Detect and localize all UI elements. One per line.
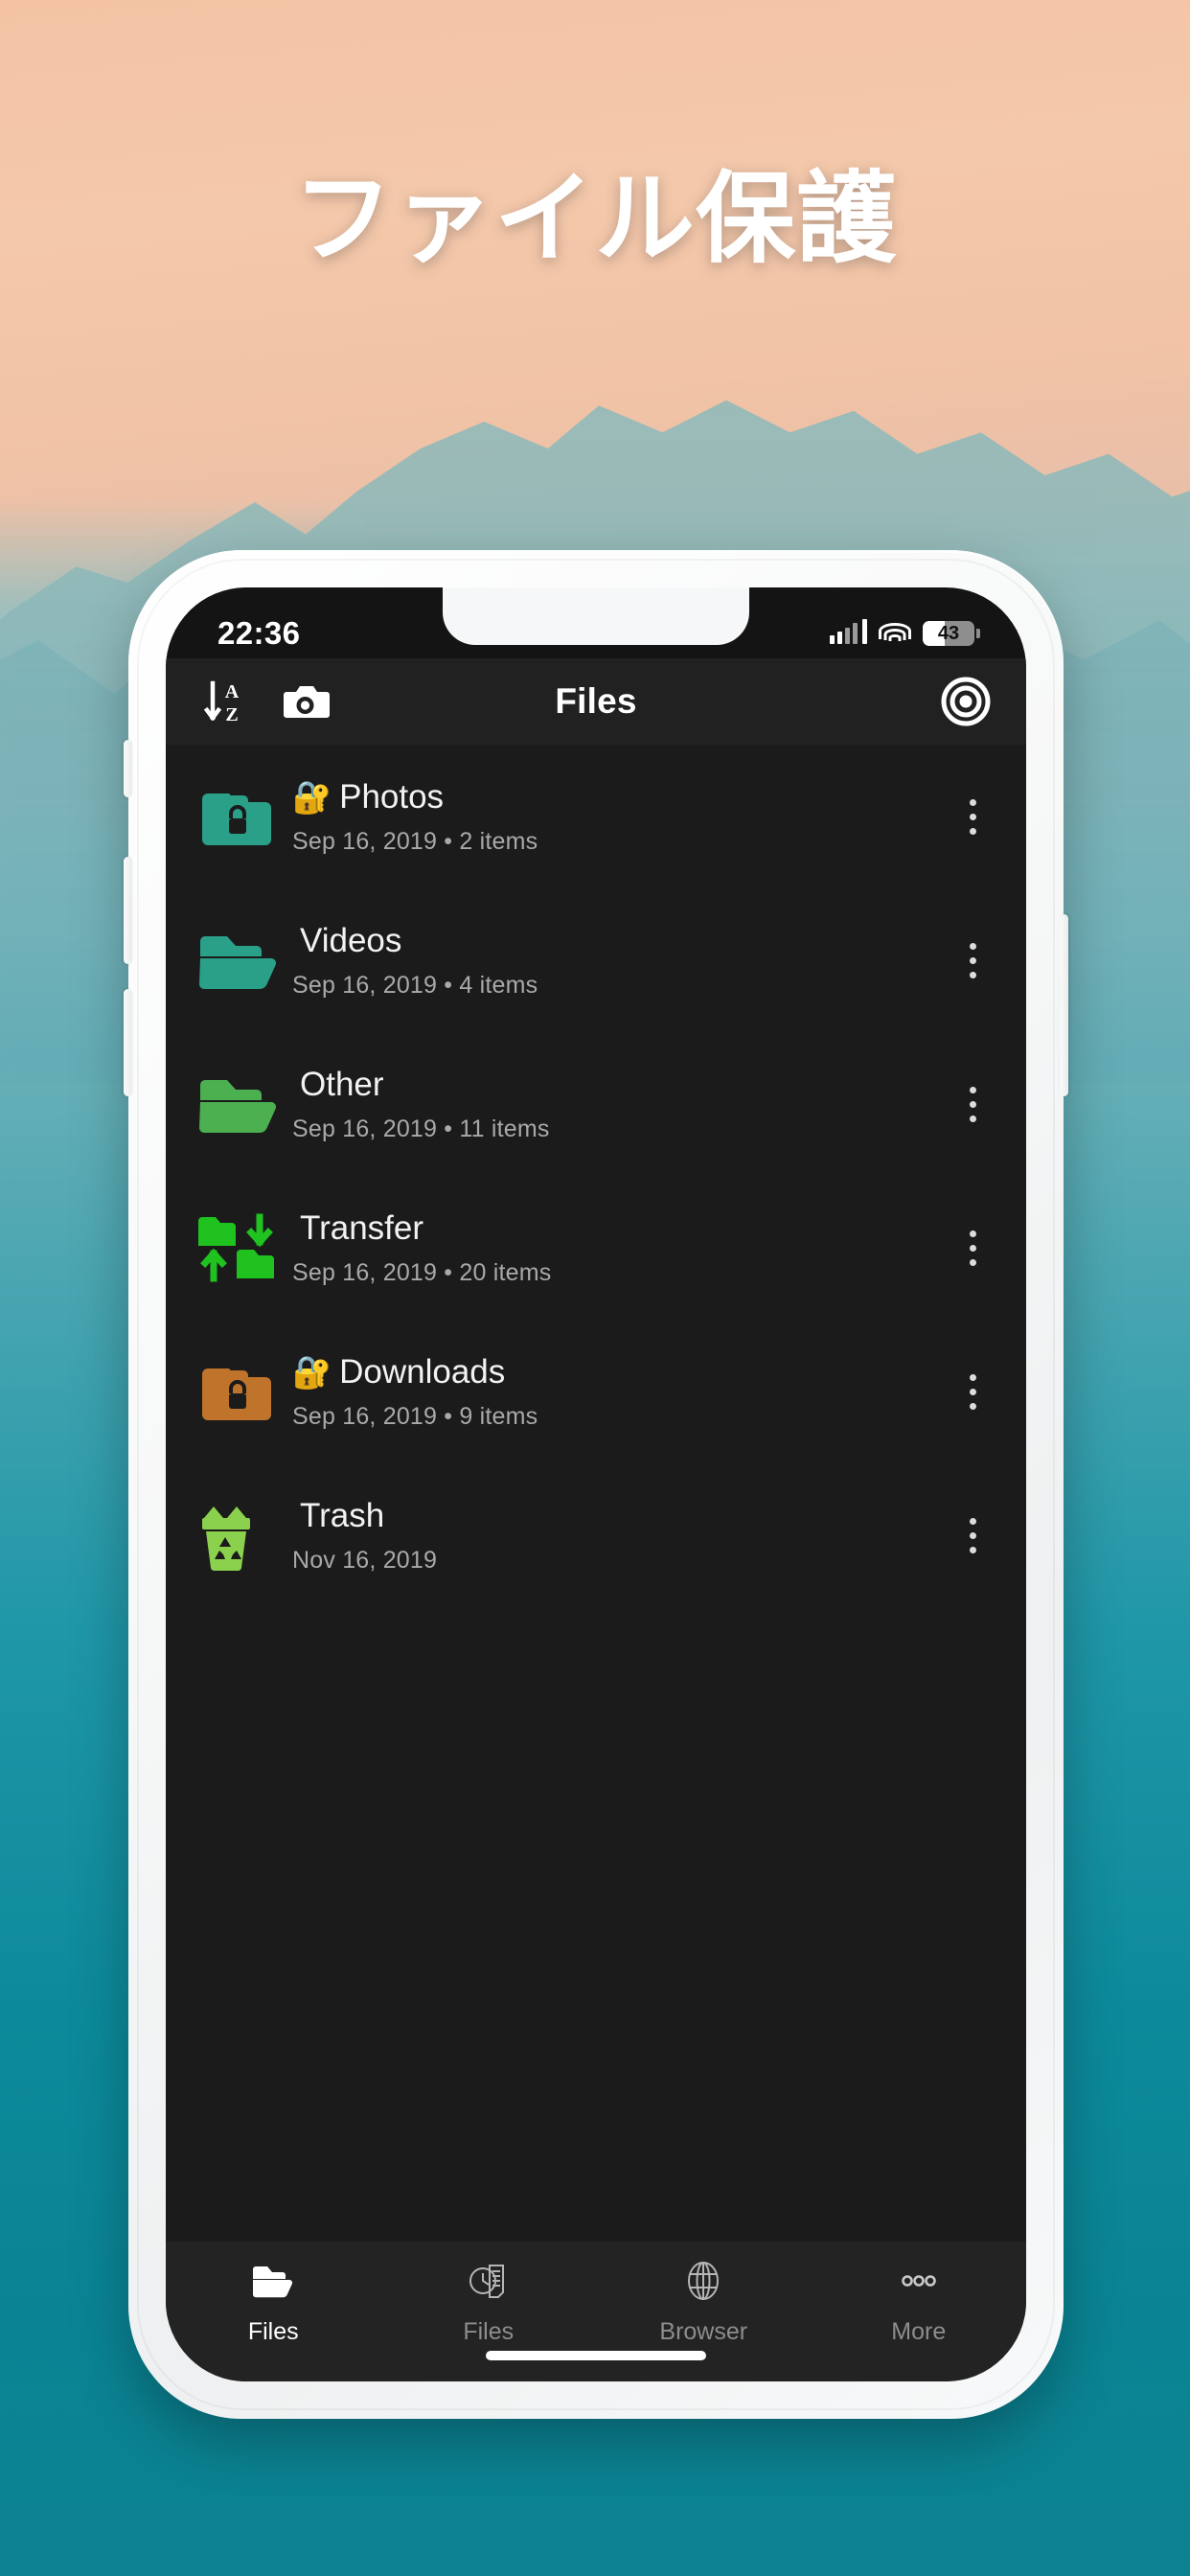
- kebab-menu-icon[interactable]: [951, 788, 994, 845]
- list-item-meta: Trash Nov 16, 2019: [292, 1496, 951, 1574]
- home-indicator[interactable]: [486, 2351, 706, 2360]
- list-item-name: Other: [300, 1066, 384, 1104]
- list-item-subtitle: Sep 16, 2019 • 4 items: [292, 971, 538, 999]
- kebab-menu-icon[interactable]: [951, 1219, 994, 1276]
- volume-up-button[interactable]: [124, 857, 132, 964]
- mute-switch-button[interactable]: [124, 740, 132, 797]
- list-item-name: Downloads: [339, 1353, 506, 1392]
- volume-down-button[interactable]: [124, 989, 132, 1096]
- folder-transfer-icon: [191, 1202, 283, 1294]
- tab-more[interactable]: More: [812, 2257, 1027, 2346]
- list-item-title-row: 🔐 Photos: [292, 777, 951, 816]
- list-item-title-row: 🔐 Downloads: [292, 1352, 951, 1392]
- list-item-subtitle: Sep 16, 2019 • 11 items: [292, 1115, 550, 1142]
- list-item[interactable]: Other Sep 16, 2019 • 11 items: [166, 1032, 1026, 1176]
- cellular-signal-icon: [830, 619, 867, 644]
- phone-device-frame: 22:36 43 Files A Z 🔐 Photos Sep 16, 2019…: [124, 550, 1068, 2419]
- tab-label: Browser: [659, 2318, 748, 2345]
- record-target-icon[interactable]: [940, 676, 992, 727]
- list-item-name: Videos: [300, 922, 402, 960]
- file-list[interactable]: 🔐 Photos Sep 16, 2019 • 2 items Videos S…: [166, 745, 1026, 2242]
- list-item-name: Trash: [300, 1497, 385, 1535]
- sort-a-z-icon[interactable]: A Z: [200, 676, 252, 727]
- kebab-menu-icon[interactable]: [951, 932, 994, 989]
- list-item-meta: 🔐 Photos Sep 16, 2019 • 2 items: [292, 777, 951, 855]
- status-indicators: 43: [830, 619, 980, 646]
- globe-icon: [679, 2257, 727, 2305]
- more-dots-icon: [895, 2257, 943, 2305]
- list-item-subtitle: Nov 16, 2019: [292, 1546, 438, 1574]
- tab-label: Files: [247, 2318, 299, 2345]
- list-item-meta: Other Sep 16, 2019 • 11 items: [292, 1065, 951, 1142]
- list-item[interactable]: Transfer Sep 16, 2019 • 20 items: [166, 1176, 1026, 1320]
- list-item-title-row: Other: [292, 1065, 951, 1104]
- folder-locked-icon: [191, 1346, 283, 1438]
- kebab-menu-icon[interactable]: [951, 1075, 994, 1133]
- tab-browser[interactable]: Browser: [596, 2257, 812, 2346]
- power-button[interactable]: [1060, 914, 1068, 1096]
- battery-icon: 43: [923, 621, 980, 646]
- lock-key-emoji: 🔐: [292, 778, 332, 816]
- svg-text:A: A: [225, 681, 240, 702]
- svg-text:Z: Z: [225, 704, 238, 725]
- folder-locked-icon: [191, 770, 283, 862]
- tab-files-active[interactable]: Files: [166, 2257, 381, 2346]
- list-item-name: Transfer: [300, 1209, 424, 1248]
- recent-files-icon: [465, 2257, 513, 2305]
- wifi-icon: [879, 623, 911, 644]
- kebab-menu-icon[interactable]: [951, 1363, 994, 1420]
- list-item-title-row: Transfer: [292, 1208, 951, 1248]
- list-item-name: Photos: [339, 778, 445, 816]
- list-item-subtitle: Sep 16, 2019 • 20 items: [292, 1258, 552, 1286]
- folder-open-icon: [191, 914, 283, 1006]
- device-notch: [443, 587, 749, 645]
- bottom-tab-bar: Files Files Browser More: [166, 2242, 1026, 2381]
- list-item-meta: Videos Sep 16, 2019 • 4 items: [292, 921, 951, 999]
- phone-screen: 22:36 43 Files A Z 🔐 Photos Sep 16, 2019…: [166, 587, 1026, 2381]
- kebab-menu-icon[interactable]: [951, 1506, 994, 1564]
- list-item[interactable]: 🔐 Downloads Sep 16, 2019 • 9 items: [166, 1320, 1026, 1463]
- list-item-title-row: Videos: [292, 921, 951, 960]
- folder-icon: [249, 2257, 297, 2305]
- trash-recycle-icon: [191, 1489, 283, 1581]
- list-item-meta: Transfer Sep 16, 2019 • 20 items: [292, 1208, 951, 1286]
- list-item[interactable]: Videos Sep 16, 2019 • 4 items: [166, 888, 1026, 1032]
- status-time: 22:36: [217, 615, 301, 651]
- tab-files-recent[interactable]: Files: [381, 2257, 597, 2346]
- list-item[interactable]: Trash Nov 16, 2019: [166, 1463, 1026, 1607]
- folder-open-icon: [191, 1058, 283, 1150]
- list-item-title-row: Trash: [292, 1496, 951, 1535]
- lock-key-emoji: 🔐: [292, 1353, 332, 1392]
- list-item-subtitle: Sep 16, 2019 • 9 items: [292, 1402, 538, 1430]
- camera-icon[interactable]: [281, 676, 332, 727]
- list-item-subtitle: Sep 16, 2019 • 2 items: [292, 827, 538, 855]
- app-header: Files A Z: [166, 658, 1026, 745]
- tab-label: Files: [463, 2318, 515, 2345]
- page-headline: ファイル保護: [292, 160, 898, 277]
- battery-level: 43: [937, 622, 960, 644]
- tab-label: More: [891, 2318, 947, 2345]
- list-item[interactable]: 🔐 Photos Sep 16, 2019 • 2 items: [166, 745, 1026, 888]
- list-item-meta: 🔐 Downloads Sep 16, 2019 • 9 items: [292, 1352, 951, 1430]
